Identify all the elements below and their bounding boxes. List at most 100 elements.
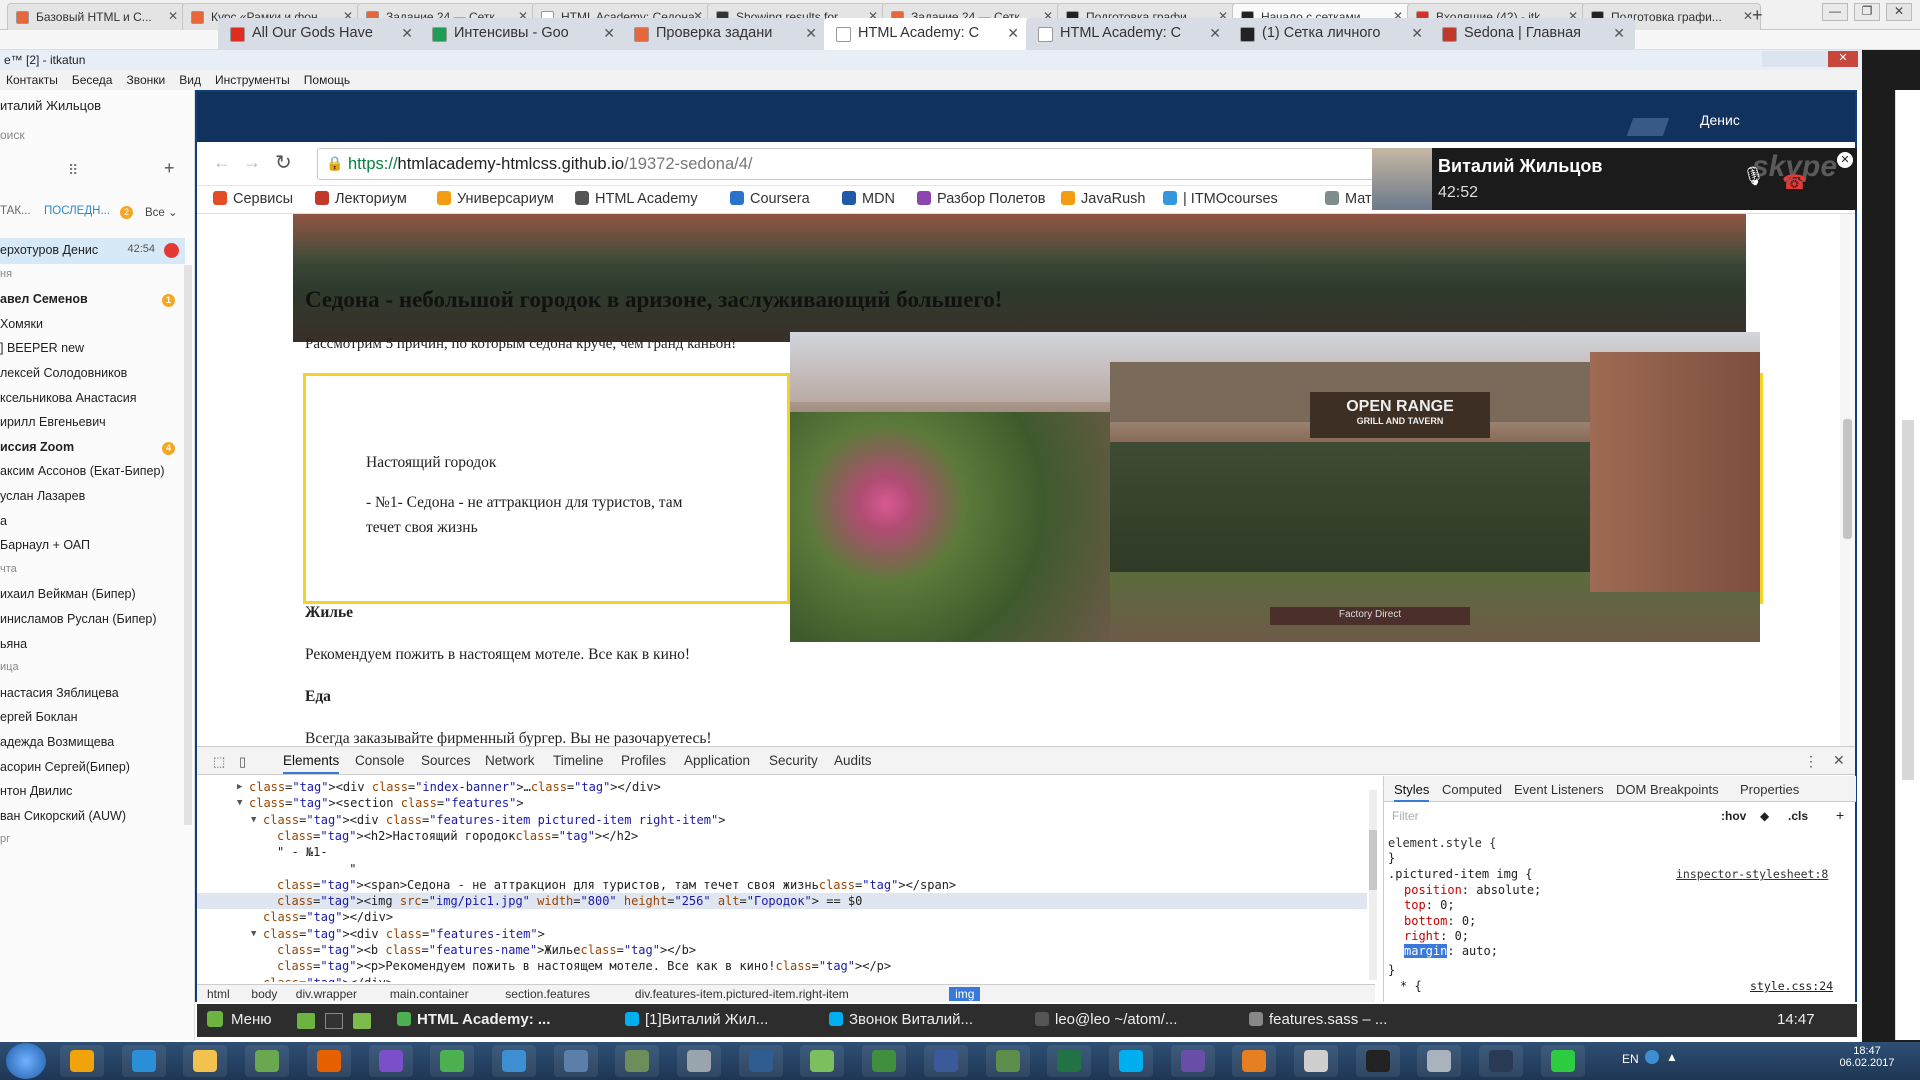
close-tab-icon[interactable]: ✕ [1209, 25, 1221, 42]
new-tab-button[interactable]: + [1752, 5, 1763, 26]
maximize-button[interactable]: ❐ [1854, 3, 1880, 21]
close-tab-icon[interactable]: ✕ [805, 25, 817, 42]
contact-item[interactable]: адежда Возмищева [0, 730, 185, 756]
contact-item[interactable]: ван Сикорский (AUW) [0, 804, 185, 830]
contact-item[interactable]: авел Семенов 1 [0, 287, 185, 313]
tool-taskbar-button[interactable] [1294, 1045, 1338, 1077]
devtools-tab[interactable]: Profiles [621, 753, 666, 768]
close-tab-icon[interactable]: ✕ [1411, 25, 1423, 42]
devtools-more-icon[interactable]: ⋮ [1804, 753, 1818, 770]
hs-taskbar-button[interactable] [862, 1045, 907, 1077]
cls-toggle[interactable]: .cls [1788, 809, 1808, 823]
device-mode-icon[interactable]: ▯ [239, 754, 246, 770]
cat-taskbar-button[interactable] [1170, 1045, 1215, 1077]
panel-clock[interactable]: 14:47 [1777, 1011, 1815, 1028]
turtle-taskbar-button[interactable] [615, 1045, 660, 1077]
styles-subtab[interactable]: Styles [1394, 782, 1430, 802]
inner-new-tab-button[interactable] [1626, 118, 1670, 136]
browser-tab[interactable]: Интенсивы - Goo ✕ [420, 18, 625, 50]
styles-subtab[interactable]: Event Listeners [1514, 782, 1604, 797]
bookmark-item[interactable]: JavaRush [1061, 191, 1145, 207]
skype-user-name[interactable]: италий Жильцов [0, 98, 101, 113]
contact-item[interactable]: настасия Зяблицева [0, 681, 185, 707]
skype-menu-item[interactable]: Беседа [72, 73, 113, 87]
styles-subtab[interactable]: DOM Breakpoints [1616, 782, 1719, 797]
contact-item[interactable]: ] BEEPER new [0, 336, 185, 362]
breadcrumb-item[interactable]: div.features-item.pictured-item.right-it… [635, 987, 849, 1001]
devtools-tab[interactable]: Security [769, 753, 818, 768]
new-style-rule-icon[interactable]: + [1836, 807, 1844, 823]
bookmark-item[interactable]: HTML Academy [575, 191, 698, 207]
contacts-scrollbar[interactable] [184, 265, 192, 825]
panel-window-button[interactable]: leo@leo ~/atom/... [1035, 1011, 1177, 1028]
ie-taskbar-button[interactable] [121, 1045, 166, 1077]
terminal-taskbar-button[interactable] [1355, 1045, 1400, 1077]
panel-window-button[interactable]: HTML Academy: ... [397, 1011, 550, 1028]
bookmark-item[interactable]: Универсариум [437, 191, 554, 207]
css-property-value[interactable]: 0; [1440, 898, 1454, 912]
dom-scrollbar[interactable] [1369, 790, 1377, 980]
dom-node[interactable]: class="tag"></div> [197, 909, 1367, 925]
url-text[interactable]: https://htmlacademy-htmlcss.github.io/19… [348, 155, 753, 174]
devtools-tab[interactable]: Application [684, 753, 750, 768]
bookmark-item[interactable]: Сервисы [213, 191, 293, 207]
bookmark-item[interactable]: | ITMOcourses [1163, 191, 1278, 207]
panel-launcher-icon[interactable] [297, 1013, 315, 1029]
browser-tab[interactable]: (1) Сетка личного ✕ [1228, 18, 1433, 50]
browser-tab[interactable]: HTML Academy: C ✕ [1026, 18, 1231, 50]
devtools-tab[interactable]: Audits [834, 753, 872, 768]
css-property-name[interactable]: position [1404, 883, 1462, 897]
breadcrumb-item[interactable]: section.features [505, 987, 590, 1001]
save-taskbar-button[interactable] [923, 1045, 968, 1077]
dom-node[interactable]: class="tag"><p>Рекомендуем пожить в наст… [197, 958, 1367, 974]
microphone-icon[interactable]: 🎙 [1742, 166, 1765, 187]
page-scrollbar[interactable] [1840, 214, 1855, 746]
phone-taskbar-button[interactable] [491, 1045, 536, 1077]
back-icon[interactable]: ← [213, 152, 231, 173]
s-app-taskbar-button[interactable] [1540, 1045, 1585, 1077]
calc-taskbar-button[interactable] [1417, 1045, 1462, 1077]
css-property[interactable]: margin: auto; [1404, 944, 1498, 959]
close-button[interactable]: ✕ [1886, 3, 1912, 21]
expand-arrow-icon[interactable]: ▶ [237, 779, 242, 795]
css-property[interactable]: bottom: 0; [1404, 914, 1476, 928]
css-property[interactable]: position: absolute; [1404, 883, 1541, 897]
css-property-value[interactable]: 0; [1455, 929, 1469, 943]
css-property-name[interactable]: top [1404, 898, 1426, 912]
hov-toggle[interactable]: :hov [1721, 809, 1746, 823]
css-property-name[interactable]: bottom [1404, 914, 1447, 928]
bookmark-item[interactable]: Coursera [730, 191, 810, 207]
hang-up-icon[interactable] [164, 243, 179, 258]
next-rule-source[interactable]: style.css:24 [1750, 979, 1833, 993]
call-close-icon[interactable]: ✕ [1837, 152, 1853, 168]
database-taskbar-button[interactable] [677, 1045, 721, 1077]
expand-arrow-icon[interactable]: ▼ [251, 926, 256, 942]
dom-node[interactable]: class="tag"></div> [197, 975, 1367, 982]
breadcrumb-item[interactable]: html [207, 987, 230, 1001]
linux-menu-button[interactable]: Меню [207, 1011, 272, 1028]
bookmark-item[interactable]: Лекториум [315, 191, 407, 207]
forward-icon[interactable]: → [243, 152, 261, 173]
skype-menu-item[interactable]: Звонки [126, 73, 165, 87]
inspect-element-icon[interactable]: ⬚ [213, 754, 225, 770]
chrome-taskbar-button[interactable] [430, 1045, 475, 1077]
reload-icon[interactable]: ↻ [275, 150, 292, 175]
hang-up-icon[interactable]: ☎ [1782, 170, 1807, 195]
language-indicator[interactable]: EN [1622, 1052, 1639, 1066]
contact-item[interactable]: лексей Солодовников [0, 361, 185, 387]
contact-item[interactable]: асорин Сергей(Бипер) [0, 755, 185, 781]
close-tab-icon[interactable]: ✕ [1613, 25, 1625, 42]
terminal-launcher-icon[interactable] [325, 1013, 343, 1029]
css-property[interactable]: top: 0; [1404, 898, 1455, 912]
expand-arrow-icon[interactable]: ▼ [251, 812, 256, 828]
color-format-icon[interactable]: ◆ [1760, 809, 1769, 823]
css-property-value[interactable]: auto; [1462, 944, 1498, 958]
url-bar[interactable]: 🔒 https://htmlacademy-htmlcss.github.io/… [317, 148, 1377, 180]
css-property[interactable]: right: 0; [1404, 929, 1469, 943]
contact-item[interactable]: Хомяки [0, 312, 185, 338]
minimize-button[interactable]: — [1822, 3, 1848, 21]
contact-item[interactable]: ьяна [0, 632, 185, 658]
tray-chevron-icon[interactable]: ▲ [1666, 1050, 1678, 1064]
devtools-tab[interactable]: Elements [283, 753, 340, 774]
dom-node[interactable]: class="tag"><span>Седона - не аттракцион… [197, 877, 1367, 893]
